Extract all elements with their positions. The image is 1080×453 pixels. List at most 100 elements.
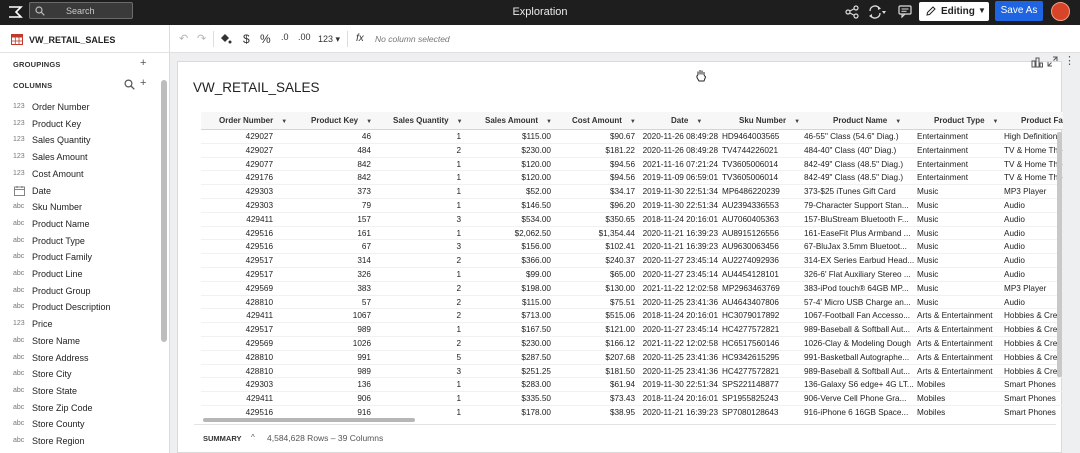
- sigma-logo-icon[interactable]: [7, 4, 23, 20]
- table-cell[interactable]: 428810: [201, 353, 273, 362]
- table-cell[interactable]: $230.00: [465, 146, 551, 155]
- sort-chevron-icon[interactable]: ▼: [546, 119, 552, 125]
- column-header[interactable]: Date ▼: [671, 116, 702, 125]
- table-cell[interactable]: MP3 Player: [1004, 284, 1063, 293]
- table-cell[interactable]: 161-EaseFit Plus Armband ...: [804, 229, 914, 238]
- table-row[interactable]: 429569 383 2 $198.00 $130.00 2021-11-22 12:02…: [201, 282, 1063, 296]
- table-cell[interactable]: 429303: [201, 201, 273, 210]
- table-cell[interactable]: 428810: [201, 298, 273, 307]
- column-item[interactable]: abc Product Line: [0, 266, 160, 282]
- table-cell[interactable]: Audio: [1004, 201, 1063, 210]
- table-cell[interactable]: 1: [375, 270, 461, 279]
- table-cell[interactable]: 429517: [201, 256, 273, 265]
- table-cell[interactable]: HC3079017892: [722, 311, 806, 320]
- table-cell[interactable]: $38.95: [555, 408, 635, 416]
- table-cell[interactable]: 842-49" Class (48.5" Diag.): [804, 173, 914, 182]
- table-cell[interactable]: 989: [277, 367, 371, 376]
- table-cell[interactable]: 989: [277, 325, 371, 334]
- table-cell[interactable]: 2: [375, 284, 461, 293]
- table-cell[interactable]: Arts & Entertainment: [917, 311, 1003, 320]
- table-cell[interactable]: 2020-11-25 23:41:36: [638, 353, 718, 362]
- table-cell[interactable]: 2020-11-25 23:41:36: [638, 298, 718, 307]
- table-cell[interactable]: 2020-11-27 23:45:14: [638, 256, 718, 265]
- vertical-scrollbar[interactable]: [1057, 132, 1062, 377]
- table-row[interactable]: 429517 326 1 $99.00 $65.00 2020-11-27 23:45:1…: [201, 268, 1063, 282]
- table-cell[interactable]: SPS221148877: [722, 380, 806, 389]
- column-item[interactable]: 123 Sales Amount: [0, 149, 160, 165]
- table-cell[interactable]: 2019-11-30 22:51:34: [638, 380, 718, 389]
- table-cell[interactable]: $534.00: [465, 215, 551, 224]
- table-cell[interactable]: Audio: [1004, 229, 1063, 238]
- table-cell[interactable]: 2020-11-21 16:39:23: [638, 408, 718, 416]
- table-cell[interactable]: 1026-Clay & Modeling Dough: [804, 339, 914, 348]
- table-cell[interactable]: 429303: [201, 380, 273, 389]
- table-cell[interactable]: Smart Phones: [1004, 408, 1063, 416]
- table-cell[interactable]: 2019-11-30 22:51:34: [638, 187, 718, 196]
- table-cell[interactable]: Mobiles: [917, 394, 1003, 403]
- table-row[interactable]: 429303 79 1 $146.50 $96.20 2019-11-30 22:51:3…: [201, 199, 1063, 213]
- table-cell[interactable]: MP6486220239: [722, 187, 806, 196]
- table-cell[interactable]: $713.00: [465, 311, 551, 320]
- table-cell[interactable]: $156.00: [465, 242, 551, 251]
- table-cell[interactable]: High Definition: [1004, 132, 1063, 141]
- table-cell[interactable]: 2020-11-26 08:49:28: [638, 146, 718, 155]
- table-cell[interactable]: Hobbies & Crea: [1004, 367, 1063, 376]
- number-format-dropdown[interactable]: 123 ▾: [318, 34, 340, 45]
- table-cell[interactable]: $167.50: [465, 325, 551, 334]
- column-item[interactable]: abc Product Group: [0, 283, 160, 299]
- table-cell[interactable]: 1: [375, 408, 461, 416]
- table-cell[interactable]: 989-Baseball & Softball Aut...: [804, 367, 914, 376]
- table-cell[interactable]: 136-Galaxy S6 edge+ 4G LT...: [804, 380, 914, 389]
- table-cell[interactable]: 989-Baseball & Softball Aut...: [804, 325, 914, 334]
- table-cell[interactable]: AU9630063456: [722, 242, 806, 251]
- column-item[interactable]: Date: [0, 183, 160, 199]
- table-cell[interactable]: 2: [375, 339, 461, 348]
- drag-hand-icon[interactable]: [695, 69, 707, 82]
- table-cell[interactable]: 5: [375, 353, 461, 362]
- formula-icon[interactable]: fx: [356, 33, 364, 44]
- table-cell[interactable]: 67-BluJax 3.5mm Bluetoot...: [804, 242, 914, 251]
- table-cell[interactable]: 161: [277, 229, 371, 238]
- more-options-icon[interactable]: ⋮: [1064, 54, 1075, 67]
- table-row[interactable]: 429303 373 1 $52.00 $34.17 2019-11-30 22:51:3…: [201, 185, 1063, 199]
- table-cell[interactable]: TV & Home The: [1004, 146, 1063, 155]
- table-cell[interactable]: 2018-11-24 20:16:01: [638, 215, 718, 224]
- table-cell[interactable]: 991: [277, 353, 371, 362]
- table-row[interactable]: 429517 314 2 $366.00 $240.37 2020-11-27 23:45…: [201, 254, 1063, 268]
- table-cell[interactable]: $121.00: [555, 325, 635, 334]
- table-cell[interactable]: $240.37: [555, 256, 635, 265]
- table-cell[interactable]: 916: [277, 408, 371, 416]
- column-header[interactable]: Sales Quantity ▼: [393, 116, 463, 125]
- table-cell[interactable]: 906: [277, 394, 371, 403]
- table-cell[interactable]: Music: [917, 298, 1003, 307]
- table-cell[interactable]: 2021-11-22 12:02:58: [638, 284, 718, 293]
- table-cell[interactable]: 1067-Football Fan Accesso...: [804, 311, 914, 320]
- table-cell[interactable]: Music: [917, 284, 1003, 293]
- table-cell[interactable]: 3: [375, 367, 461, 376]
- table-cell[interactable]: 2019-11-09 06:59:01: [638, 173, 718, 182]
- table-cell[interactable]: $287.50: [465, 353, 551, 362]
- table-cell[interactable]: 429176: [201, 173, 273, 182]
- table-cell[interactable]: 428810: [201, 367, 273, 376]
- column-header[interactable]: Sku Number ▼: [739, 116, 800, 125]
- column-item[interactable]: 123 Price: [0, 316, 160, 332]
- table-cell[interactable]: 1: [375, 229, 461, 238]
- table-cell[interactable]: 136: [277, 380, 371, 389]
- table-cell[interactable]: 326: [277, 270, 371, 279]
- table-cell[interactable]: $166.12: [555, 339, 635, 348]
- sort-chevron-icon[interactable]: ▼: [630, 119, 636, 125]
- sort-chevron-icon[interactable]: ▼: [895, 119, 901, 125]
- table-cell[interactable]: 429027: [201, 132, 273, 141]
- table-cell[interactable]: Music: [917, 242, 1003, 251]
- table-cell[interactable]: 429569: [201, 284, 273, 293]
- table-cell[interactable]: $251.25: [465, 367, 551, 376]
- table-row[interactable]: 429411 906 1 $335.50 $73.43 2018-11-24 20:16:…: [201, 392, 1063, 406]
- table-cell[interactable]: Audio: [1004, 256, 1063, 265]
- table-cell[interactable]: HC6517560146: [722, 339, 806, 348]
- column-item[interactable]: abc Store Name: [0, 333, 160, 349]
- table-row[interactable]: 429516 916 1 $178.00 $38.95 2020-11-21 16:39:…: [201, 406, 1063, 416]
- table-cell[interactable]: 1: [375, 132, 461, 141]
- column-item[interactable]: 123 Sales Quantity: [0, 132, 160, 148]
- table-cell[interactable]: 2020-11-21 16:39:23: [638, 229, 718, 238]
- table-row[interactable]: 429077 842 1 $120.00 $94.56 2021-11-16 07:21:…: [201, 158, 1063, 172]
